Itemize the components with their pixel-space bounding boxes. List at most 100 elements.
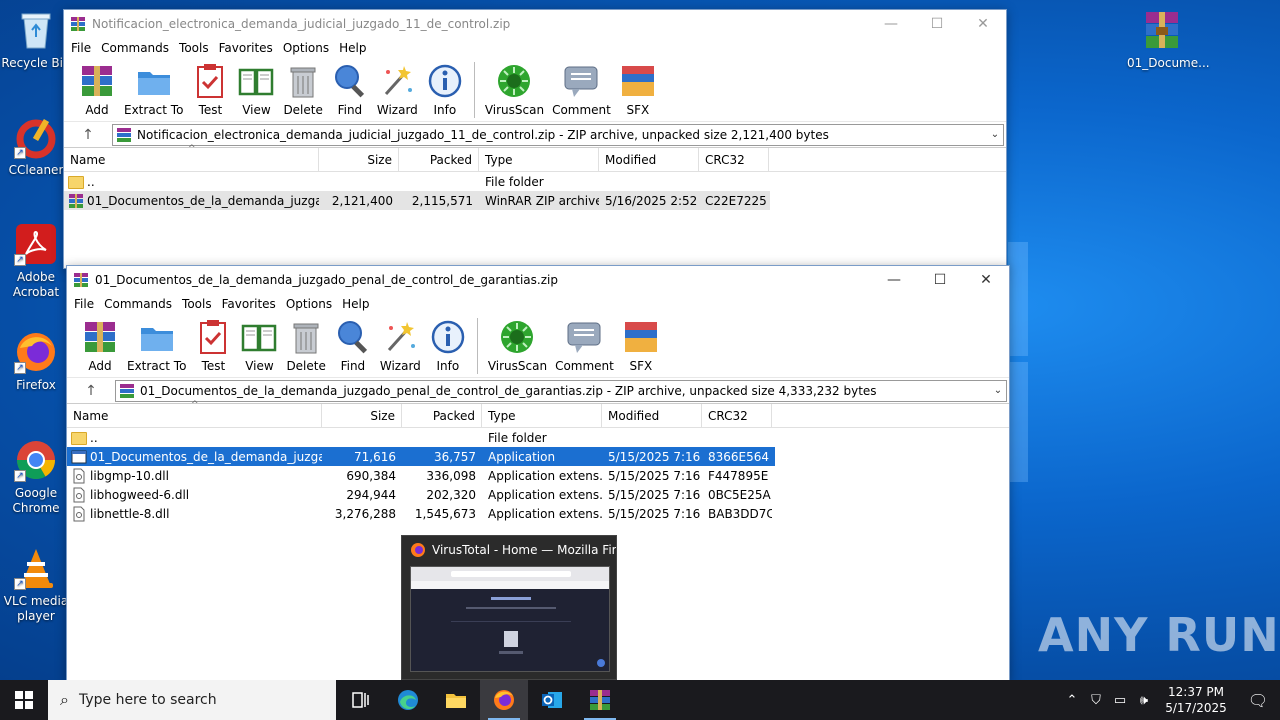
up-arrow-icon[interactable]: ↑ <box>64 127 112 143</box>
start-button[interactable] <box>0 680 48 720</box>
menu-file[interactable]: File <box>66 41 96 55</box>
chevron-down-icon[interactable]: ⌄ <box>987 129 1003 140</box>
menu-tools[interactable]: Tools <box>177 297 217 311</box>
column-crc32[interactable]: CRC32 <box>702 403 772 428</box>
desktop-icon-vlc[interactable]: ↗ VLC media player <box>1 546 71 624</box>
menu-tools[interactable]: Tools <box>174 41 214 55</box>
menu-favorites[interactable]: Favorites <box>217 297 281 311</box>
shortcut-arrow-icon: ↗ <box>14 578 26 590</box>
table-row[interactable]: libhogweed-6.dll 294,944 202,320 Applica… <box>67 485 1009 504</box>
info-button[interactable]: Info <box>429 318 467 373</box>
add-button[interactable]: Add <box>81 318 119 373</box>
delete-button[interactable]: Delete <box>286 318 326 373</box>
menu-commands[interactable]: Commands <box>96 41 174 55</box>
wizard-button[interactable]: Wizard <box>380 318 421 373</box>
taskbar-outlook[interactable] <box>528 680 576 720</box>
menu-commands[interactable]: Commands <box>99 297 177 311</box>
view-button[interactable]: View <box>237 62 275 117</box>
menu-options[interactable]: Options <box>281 297 337 311</box>
cell-packed: 2,115,571 <box>411 193 473 208</box>
sfx-button[interactable]: SFX <box>622 318 660 373</box>
cell-crc: F447895E <box>708 468 769 483</box>
cell-packed: 1,545,673 <box>414 506 476 521</box>
desktop-icon-firefox[interactable]: ↗ Firefox <box>1 330 71 393</box>
desktop-icon-chrome[interactable]: ↗ Google Chrome <box>1 438 71 516</box>
desktop-icon-archive[interactable]: 01_Docume... <box>1127 8 1210 71</box>
minimize-button[interactable]: — <box>871 266 917 294</box>
comment-button[interactable]: Comment <box>552 62 611 117</box>
column-modified[interactable]: Modified <box>599 147 699 172</box>
up-arrow-icon[interactable]: ↑ <box>67 383 115 399</box>
desktop-icon-recycle-bin[interactable]: Recycle Bin <box>1 8 71 71</box>
volume-icon[interactable]: 🕪 <box>1132 693 1156 708</box>
column-size[interactable]: Size <box>322 403 402 428</box>
test-button[interactable]: Test <box>191 62 229 117</box>
column-type[interactable]: Type <box>482 403 602 428</box>
desktop-icon-label: VLC media player <box>3 594 69 623</box>
delete-button[interactable]: Delete <box>283 62 323 117</box>
taskbar-firefox[interactable] <box>480 680 528 720</box>
virusscan-button[interactable]: VirusScan <box>485 62 544 117</box>
column-modified[interactable]: Modified <box>602 403 702 428</box>
table-row[interactable]: libnettle-8.dll 3,276,288 1,545,673 Appl… <box>67 504 1009 523</box>
task-view-button[interactable] <box>336 680 384 720</box>
clock[interactable]: 12:37 PM 5/17/2025 <box>1156 684 1236 716</box>
extract-to-button[interactable]: Extract To <box>124 62 183 117</box>
table-row[interactable]: .. File folder <box>67 428 1009 447</box>
title-bar[interactable]: 01_Documentos_de_la_demanda_juzgado_pena… <box>67 266 1009 294</box>
extract-to-button[interactable]: Extract To <box>127 318 186 373</box>
path-field[interactable]: 01_Documentos_de_la_demanda_juzgado_pena… <box>115 379 1007 402</box>
close-button[interactable]: ✕ <box>960 10 1006 38</box>
firefox-taskbar-preview[interactable]: VirusTotal - Home — Mozilla Fir... <box>401 535 617 680</box>
column-size[interactable]: Size <box>319 147 399 172</box>
table-row[interactable]: libgmp-10.dll 690,384 336,098 Applicatio… <box>67 466 1009 485</box>
table-row[interactable]: 01_Documentos_de_la_demanda_juzgado... 7… <box>67 447 775 466</box>
chevron-down-icon[interactable]: ⌄ <box>990 385 1006 396</box>
find-button[interactable]: Find <box>334 318 372 373</box>
menu-help[interactable]: Help <box>337 297 374 311</box>
desktop-icon-ccleaner[interactable]: ↗ CCleaner <box>1 115 71 178</box>
virusscan-button[interactable]: VirusScan <box>488 318 547 373</box>
column-crc32[interactable]: CRC32 <box>699 147 769 172</box>
winrar-window-outer: Notificacion_electronica_demanda_judicia… <box>63 9 1007 269</box>
taskbar-search-box[interactable]: ⌕ Type here to search <box>48 680 336 720</box>
cell-crc: BAB3DD7C <box>708 506 772 521</box>
info-button[interactable]: Info <box>426 62 464 117</box>
menu-favorites[interactable]: Favorites <box>214 41 278 55</box>
taskbar-winrar[interactable] <box>576 680 624 720</box>
maximize-button[interactable]: ☐ <box>914 10 960 38</box>
view-button[interactable]: View <box>240 318 278 373</box>
table-row[interactable]: .. File folder <box>64 172 1006 191</box>
table-row[interactable]: 01_Documentos_de_la_demanda_juzgado... 2… <box>64 191 770 210</box>
comment-button[interactable]: Comment <box>555 318 614 373</box>
minimize-button[interactable]: — <box>868 10 914 38</box>
search-icon: ⌕ <box>60 690 69 709</box>
network-icon[interactable]: ▭ <box>1108 693 1132 708</box>
info-label: Info <box>433 103 457 117</box>
wizard-button[interactable]: Wizard <box>377 62 418 117</box>
edge-icon <box>398 690 418 710</box>
sfx-button[interactable]: SFX <box>619 62 657 117</box>
add-button[interactable]: Add <box>78 62 116 117</box>
column-type[interactable]: Type <box>479 147 599 172</box>
shortcut-arrow-icon: ↗ <box>14 362 26 374</box>
column-packed[interactable]: Packed <box>399 147 479 172</box>
defender-icon[interactable]: ⛉ <box>1084 693 1108 708</box>
path-field[interactable]: Notificacion_electronica_demanda_judicia… <box>112 123 1004 146</box>
taskbar-edge[interactable] <box>384 680 432 720</box>
menu-help[interactable]: Help <box>334 41 371 55</box>
close-button[interactable]: ✕ <box>963 266 1009 294</box>
chevron-up-icon[interactable]: ⌃ <box>1060 693 1084 708</box>
desktop-icon-adobe-acrobat[interactable]: ↗ Adobe Acrobat <box>1 222 71 300</box>
title-bar[interactable]: Notificacion_electronica_demanda_judicia… <box>64 10 1006 38</box>
notification-icon[interactable]: 🗨 <box>1236 691 1280 710</box>
maximize-button[interactable]: ☐ <box>917 266 963 294</box>
cell-type: File folder <box>488 430 547 445</box>
menu-file[interactable]: File <box>69 297 99 311</box>
column-packed[interactable]: Packed <box>402 403 482 428</box>
menu-options[interactable]: Options <box>278 41 334 55</box>
test-button[interactable]: Test <box>194 318 232 373</box>
toolbar-separator <box>476 318 478 374</box>
find-button[interactable]: Find <box>331 62 369 117</box>
taskbar-file-explorer[interactable] <box>432 680 480 720</box>
